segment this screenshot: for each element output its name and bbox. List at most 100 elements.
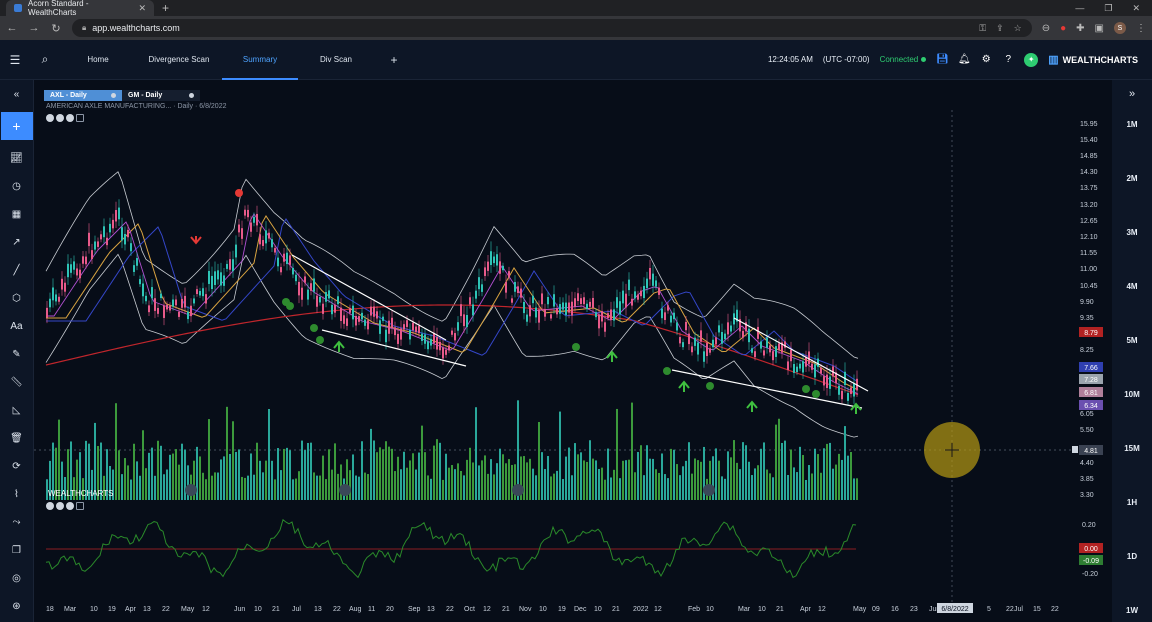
timeframe-15m[interactable]: 15M [1112, 444, 1152, 453]
candle-body [376, 311, 378, 319]
timeframe-4m[interactable]: 4M [1112, 282, 1152, 291]
share-icon[interactable]: ⇪ [996, 23, 1004, 34]
extension-icon[interactable]: ⊖ [1042, 23, 1050, 34]
expand-icon[interactable]: » [1112, 80, 1152, 108]
pane-add-icon[interactable] [76, 502, 84, 510]
refresh-icon[interactable]: ⟳ [0, 452, 34, 480]
pane-settings-icon[interactable] [56, 502, 64, 510]
timezone[interactable]: (UTC -07:00) [823, 55, 870, 64]
trash-icon[interactable]: 🗑︎ [0, 424, 34, 452]
tab-home[interactable]: Home [60, 40, 136, 80]
timeframe-1d[interactable]: 1D [1112, 552, 1152, 561]
pane-hide-icon[interactable] [46, 114, 54, 122]
volume-bar [232, 421, 234, 500]
symbol-tabs: AXL - Daily GM - Daily [44, 90, 200, 101]
search-icon[interactable]: ⌕ [30, 52, 60, 67]
lightbulb-icon[interactable]: ✦ [1024, 52, 1039, 67]
pane-hide-icon[interactable] [46, 502, 54, 510]
connect-icon[interactable]: ⤳ [0, 508, 34, 536]
volume-bar [58, 419, 60, 500]
browser-tab[interactable]: Acorn Standard - WealthCharts ✕ [6, 0, 154, 17]
calendar-icon[interactable]: ▦ [0, 200, 34, 228]
volume-bar [535, 475, 537, 500]
candle-body [490, 251, 492, 266]
trend-icon[interactable]: ↗ [0, 228, 34, 256]
reload-icon[interactable]: ↻ [50, 22, 62, 35]
forward-icon[interactable]: → [28, 22, 40, 34]
tab-summary[interactable]: Summary [222, 40, 298, 80]
timeframe-5m[interactable]: 5M [1112, 336, 1152, 345]
bell-icon[interactable]: 🔔︎ [958, 54, 971, 66]
candle-body [169, 305, 171, 311]
timeframe-2m[interactable]: 2M [1112, 174, 1152, 183]
restore-icon[interactable]: ❐ [1104, 3, 1112, 14]
candle-body [310, 283, 312, 291]
add-tab-icon[interactable]: + [374, 53, 414, 67]
settings-icon[interactable]: ◎ [0, 564, 34, 592]
volume-bar [556, 470, 558, 500]
candle-body [49, 298, 51, 308]
shapes-icon[interactable]: ⬡ [0, 284, 34, 312]
back-icon[interactable]: ← [6, 22, 18, 34]
pane-move-icon[interactable] [66, 114, 74, 122]
lock-icon: 🔒︎ [82, 23, 87, 32]
pane-add-icon[interactable] [76, 114, 84, 122]
volume-bar [481, 460, 483, 500]
price-badge-value: 7.28 [1084, 377, 1098, 384]
star-icon[interactable]: ☆ [1014, 23, 1022, 34]
save-icon[interactable]: 💾︎ [936, 54, 949, 66]
sidebar-icon[interactable]: ▣ [1095, 23, 1104, 34]
volume-bar [754, 468, 756, 500]
measure-icon[interactable]: ◺ [0, 396, 34, 424]
timeframe-3m[interactable]: 3M [1112, 228, 1152, 237]
timeframe-1m[interactable]: 1M [1112, 120, 1152, 129]
address-bar[interactable]: 🔒︎ app.wealthcharts.com ⚿ ⇪ ☆ [72, 19, 1032, 37]
pencil-icon[interactable]: ✎ [0, 340, 34, 368]
clock-icon[interactable]: ◷ [0, 172, 34, 200]
ruler-icon[interactable]: 📏︎ [0, 368, 34, 396]
chart-type-icon[interactable]: ⌇ [0, 480, 34, 508]
volume-bar [673, 449, 675, 500]
new-tab-icon[interactable]: + [162, 1, 169, 15]
tab-div-scan[interactable]: Div Scan [298, 40, 374, 80]
collapse-icon[interactable]: « [0, 80, 34, 108]
candle-body [259, 234, 261, 245]
minimize-icon[interactable]: — [1075, 3, 1084, 14]
symbol-tab-gm[interactable]: GM - Daily [122, 90, 200, 101]
share-network-icon[interactable]: ⊛ [0, 592, 34, 620]
line-icon[interactable]: ╱ [0, 256, 34, 284]
pane-move-icon[interactable] [66, 502, 74, 510]
window-close-icon[interactable]: ✕ [1132, 3, 1140, 14]
timeframe-10m[interactable]: 10M [1112, 390, 1152, 399]
close-tab-icon[interactable]: ✕ [138, 3, 146, 14]
candle-body [436, 336, 438, 350]
volume-bar [226, 406, 228, 500]
candle-body [820, 367, 822, 374]
date-tick-label: 22 [333, 606, 341, 613]
tab-divergence-scan[interactable]: Divergence Scan [136, 40, 222, 80]
indicators-icon[interactable]: 📈︎ [0, 144, 34, 172]
hamburger-menu-icon[interactable]: ☰ [0, 53, 30, 67]
menu-dots-icon[interactable]: ⋮ [1136, 23, 1146, 34]
symbol-tab-axl[interactable]: AXL - Daily [44, 90, 122, 101]
extension-red-icon[interactable]: ● [1060, 23, 1066, 34]
price-tick-label: 9.90 [1080, 299, 1094, 306]
pane-settings-icon[interactable] [56, 114, 64, 122]
layers-icon[interactable]: ❐ [0, 536, 34, 564]
text-icon[interactable]: Aa [0, 312, 34, 340]
profile-avatar[interactable]: S [1114, 22, 1126, 34]
timeframe-1w[interactable]: 1W [1112, 606, 1152, 615]
key-icon[interactable]: ⚿ [979, 23, 986, 34]
puzzle-icon[interactable]: ✚ [1076, 23, 1084, 34]
candle-body [112, 219, 114, 229]
help-icon[interactable]: ? [1002, 54, 1014, 66]
timeframe-1h[interactable]: 1H [1112, 498, 1152, 507]
price-chart-svg[interactable]: WEALTHCHARTS 15.95 15.40 14.85 14.30 13.75 13.… [34, 80, 1112, 622]
candle-body [415, 326, 417, 333]
date-tick-label: 21 [272, 606, 280, 613]
gear-icon[interactable]: ⚙ [980, 54, 992, 66]
chart-area[interactable]: WEALTHCHARTS 15.95 15.40 14.85 14.30 13.75 13.… [34, 80, 1112, 622]
candle-body [511, 298, 513, 303]
add-button[interactable]: + [0, 112, 33, 140]
volume-bar [322, 455, 324, 500]
